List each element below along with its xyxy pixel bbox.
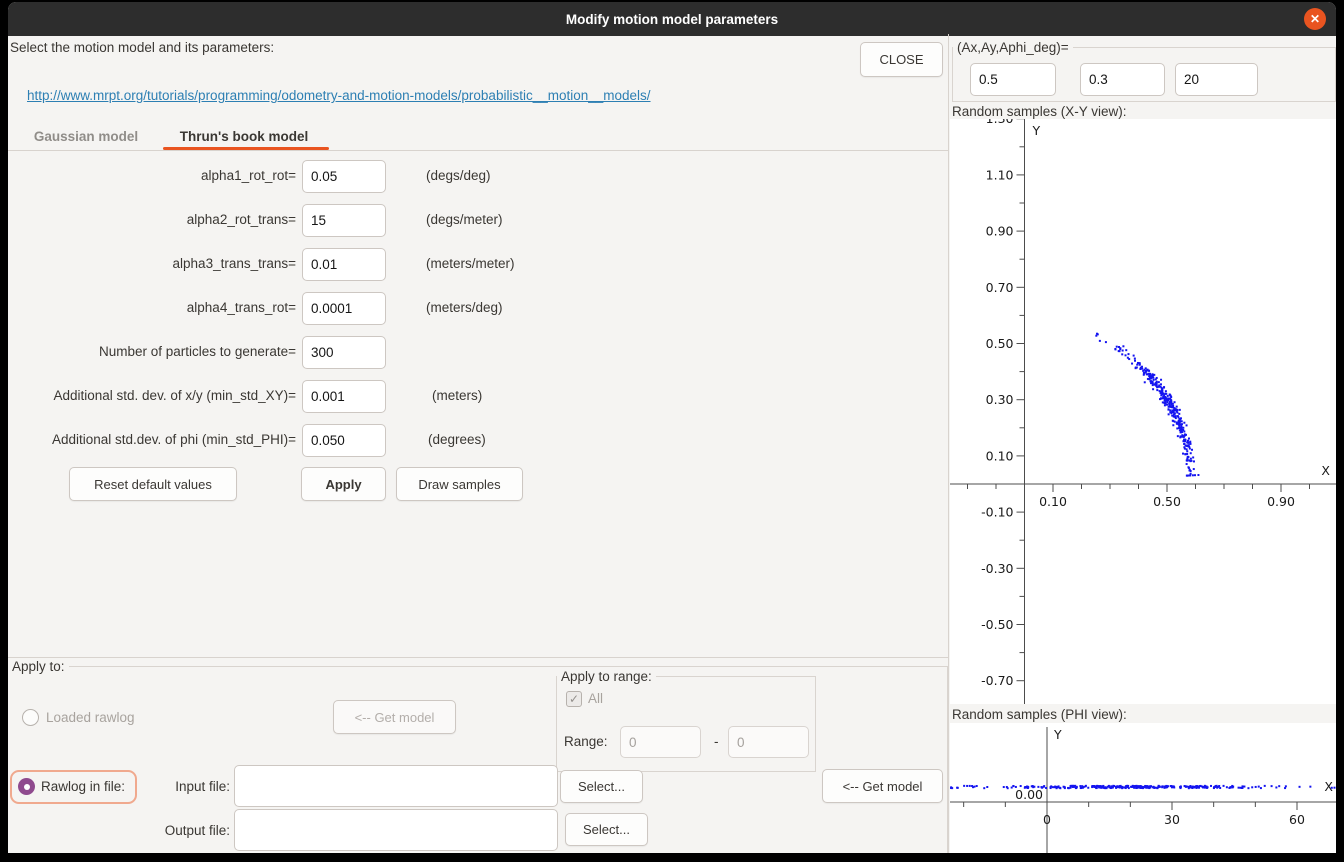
range-to-input [728,726,809,758]
loaded-rawlog-radio [22,709,39,726]
svg-text:0.50: 0.50 [986,336,1014,351]
all-checkbox-label: All [588,691,603,706]
min-std-xy-label: Additional std. dev. of x/y (min_std_XY)… [8,388,296,403]
min-std-phi-unit: (degrees) [428,432,486,447]
phi-scatter-plot: 0 30 60 0.00 Y X [950,723,1336,853]
svg-text:60: 60 [1289,812,1305,827]
active-tab-underline [163,147,329,150]
ay-input[interactable] [1080,63,1165,96]
range-from-input [620,726,701,758]
num-particles-input[interactable] [302,336,386,369]
svg-text:Y: Y [1032,123,1041,138]
xy-view-title: Random samples (X-Y view): [952,104,1127,119]
dialog-window: Modify motion model parameters ✕ Select … [8,2,1336,853]
svg-text:Y: Y [1053,727,1062,742]
apply-to-range-legend: Apply to range: [557,669,656,684]
output-file-field[interactable] [234,809,558,851]
rawlog-in-file-radio[interactable] [18,778,35,795]
phi-view-title: Random samples (PHI view): [952,707,1127,722]
pose-increment-legend: (Ax,Ay,Aphi_deg)= [953,40,1073,55]
alpha1-label: alpha1_rot_rot= [8,168,296,183]
ax-input[interactable] [970,63,1056,96]
alpha1-input[interactable] [302,160,386,193]
close-button[interactable]: CLOSE [860,42,943,77]
svg-text:30: 30 [1164,812,1180,827]
alpha4-label: alpha4_trans_rot= [8,300,296,315]
get-model-button[interactable]: <-- Get model [822,769,943,803]
svg-text:0.10: 0.10 [986,448,1014,463]
svg-text:0.10: 0.10 [1039,494,1067,509]
svg-text:-0.30: -0.30 [981,561,1013,576]
alpha2-input[interactable] [302,204,386,237]
draw-samples-button[interactable]: Draw samples [396,467,523,501]
alpha3-input[interactable] [302,248,386,281]
right-panel-divider [948,34,949,853]
range-dash: - [714,734,719,749]
get-model-button-disabled: <-- Get model [333,700,456,734]
range-label: Range: [564,734,608,749]
alpha3-unit: (meters/meter) [426,256,515,271]
tab-gaussian-model[interactable]: Gaussian model [30,122,142,150]
tab-thruns-book-model[interactable]: Thrun's book model [166,122,322,150]
window-title: Modify motion model parameters [566,12,778,27]
svg-text:0.70: 0.70 [986,280,1014,295]
svg-text:0.90: 0.90 [986,224,1014,239]
svg-text:-0.70: -0.70 [981,673,1013,688]
tabbar-divider [8,150,948,151]
svg-text:X: X [1324,779,1333,794]
num-particles-label: Number of particles to generate= [8,344,296,359]
input-file-label: Input file: [108,779,230,794]
xy-scatter-plot: 1.30 1.10 0.90 0.70 0.50 0.30 0.10 -0.10 -0.30 -0… [950,119,1336,704]
instruction-label: Select the motion model and its paramete… [10,40,274,55]
svg-text:1.30: 1.30 [986,119,1014,126]
screen: Modify motion model parameters ✕ Select … [0,0,1344,862]
svg-text:0.90: 0.90 [1267,494,1295,509]
svg-text:0: 0 [1043,812,1051,827]
input-file-field[interactable] [234,765,558,807]
alpha4-unit: (meters/deg) [426,300,503,315]
min-std-xy-unit: (meters) [432,388,482,403]
min-std-xy-input[interactable] [302,380,386,413]
svg-text:X: X [1321,463,1330,478]
svg-text:0.00: 0.00 [1015,787,1043,802]
all-checkbox: ✓ [566,691,582,707]
aphi-input[interactable] [1175,63,1258,96]
radio-dot-icon [24,784,30,790]
loaded-rawlog-label: Loaded rawlog [46,710,135,725]
check-icon: ✓ [569,692,579,706]
reset-defaults-button[interactable]: Reset default values [69,467,237,501]
svg-text:-0.10: -0.10 [981,505,1013,520]
select-output-file-button[interactable]: Select... [565,813,648,846]
titlebar: Modify motion model parameters ✕ [8,2,1336,36]
min-std-phi-input[interactable] [302,424,386,457]
panel-divider [8,657,948,658]
select-input-file-button[interactable]: Select... [560,770,643,803]
alpha2-label: alpha2_rot_trans= [8,212,296,227]
svg-text:1.10: 1.10 [986,167,1014,182]
apply-to-legend: Apply to: [8,659,69,674]
alpha2-unit: (degs/meter) [426,212,503,227]
svg-text:0.50: 0.50 [1153,494,1181,509]
min-std-phi-label: Additional std.dev. of phi (min_std_PHI)… [8,432,296,447]
output-file-label: Output file: [108,823,230,838]
apply-button[interactable]: Apply [301,467,386,501]
svg-text:0.30: 0.30 [986,392,1014,407]
tutorial-link[interactable]: http://www.mrpt.org/tutorials/programmin… [27,88,651,103]
alpha4-input[interactable] [302,292,386,325]
alpha1-unit: (degs/deg) [426,168,491,183]
window-close-icon[interactable]: ✕ [1304,8,1326,30]
alpha3-label: alpha3_trans_trans= [8,256,296,271]
svg-text:-0.50: -0.50 [981,617,1013,632]
